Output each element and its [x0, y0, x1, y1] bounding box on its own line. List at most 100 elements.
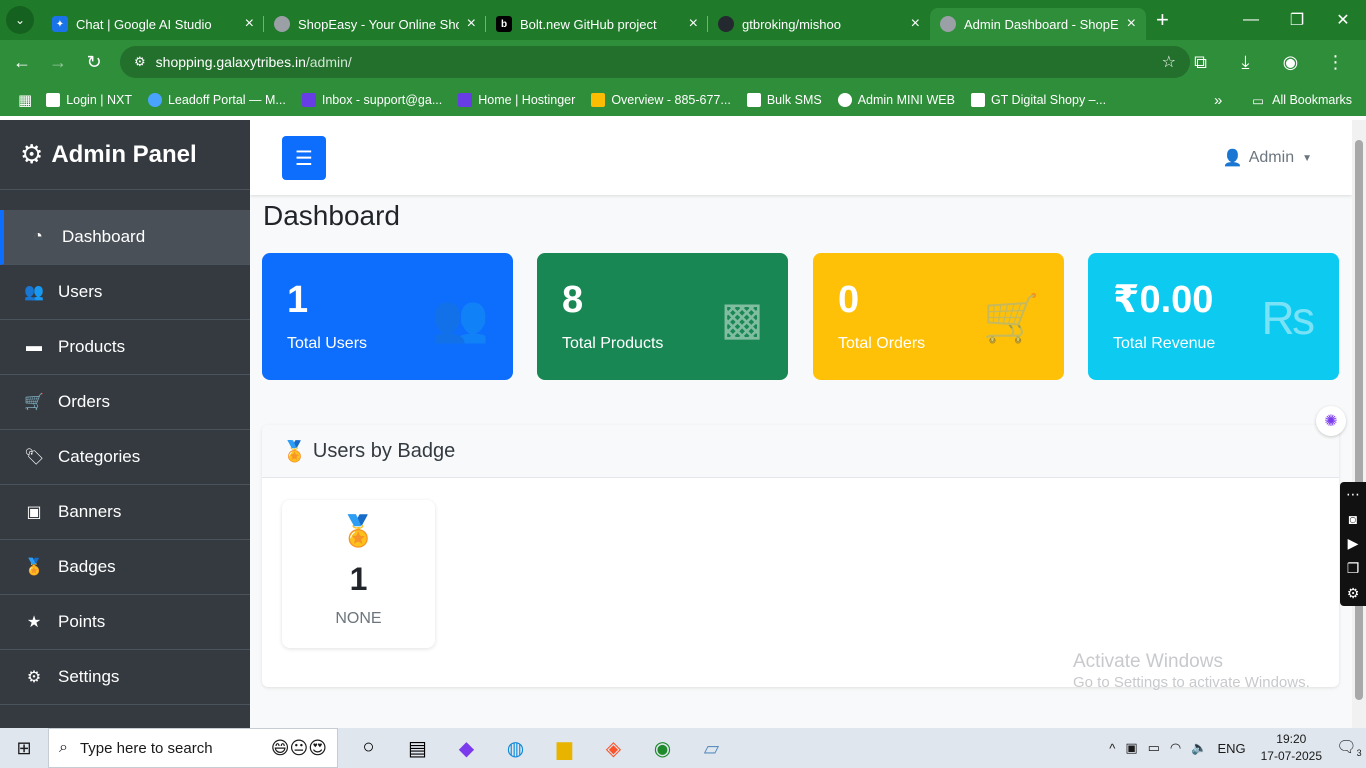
bookmark-star-icon[interactable]: ☆ [1162, 52, 1176, 72]
window-controls: — ❐ ✕ [1228, 0, 1366, 40]
menu-toggle-button[interactable]: ☰ [282, 136, 326, 180]
browser-tab-active[interactable]: Admin Dashboard - ShopEasy × [930, 8, 1146, 40]
address-bar[interactable]: ⚙ shopping.galaxytribes.in/admin/ ☆ [120, 46, 1190, 78]
bookmark-favicon [458, 93, 473, 107]
scrollbar-thumb[interactable] [1355, 140, 1363, 700]
sidebar-item-categories[interactable]: 🏷 Categories [0, 430, 250, 485]
page-scrollbar[interactable] [1352, 120, 1366, 728]
sidebar-item-products[interactable]: ▬ Products [0, 320, 250, 375]
video-icon[interactable]: ▶ [1348, 535, 1359, 552]
browser-tab[interactable]: ShopEasy - Your Online Shop × [264, 8, 486, 40]
download-icon[interactable]: ⤓ [1223, 52, 1268, 73]
task-view-icon[interactable]: ▤ [393, 736, 442, 761]
profile-icon[interactable]: ◉ [1268, 52, 1313, 73]
bookmark-item[interactable]: Overview - 885-677... [591, 93, 731, 107]
more-bookmarks-icon[interactable]: » [1214, 92, 1222, 109]
browser-tab[interactable]: ✦ Chat | Google AI Studio × [42, 8, 264, 40]
bookmark-item[interactable]: Leadoff Portal — M... [147, 93, 286, 107]
taskbar-search[interactable]: ⌕ Type here to search 😄😐😍 [48, 728, 338, 768]
cortana-icon[interactable]: ○ [344, 736, 393, 761]
badge-card: 🏅 1 NONE [282, 500, 435, 648]
sidebar-item-label: Banners [58, 502, 122, 521]
sidebar-item-badges[interactable]: 🏅 Badges [0, 540, 250, 595]
tab-search-button[interactable]: ⌄ [6, 6, 34, 34]
cart-icon: 🛒 [24, 394, 44, 411]
bookmarks-bar: ▦ Login | NXT Leadoff Portal — M... Inbo… [0, 84, 1366, 116]
brave-icon[interactable]: ◈ [589, 736, 638, 761]
sidebar-item-label: Products [58, 337, 126, 356]
chrome-icon[interactable]: ◉ [638, 736, 687, 761]
windows-start-icon[interactable]: ⊞ [0, 738, 48, 759]
bookmark-item[interactable]: Inbox - support@ga... [301, 93, 442, 107]
sidebar-item-label: Categories [58, 447, 141, 466]
copilot-icon[interactable]: ◆ [442, 736, 491, 761]
close-window-icon[interactable]: ✕ [1320, 10, 1366, 30]
link-icon[interactable]: ⋯ [1346, 486, 1360, 503]
sidebar-item-orders[interactable]: 🛒 Orders [0, 375, 250, 430]
bookmark-item[interactable]: Bulk SMS [746, 93, 822, 107]
tab-favicon: ✦ [52, 16, 68, 32]
chevron-up-icon[interactable]: ^ [1109, 741, 1115, 756]
site-settings-icon[interactable]: ⚙ [134, 54, 146, 70]
sidebar-item-points[interactable]: ★ Points [0, 595, 250, 650]
medal-icon: 🏅 [339, 515, 378, 548]
sidebar-brand[interactable]: ⚙ Admin Panel [0, 120, 250, 190]
user-dropdown[interactable]: 👤 Admin ▼ [1223, 148, 1312, 168]
sidebar-item-banners[interactable]: ▣ Banners [0, 485, 250, 540]
battery-icon[interactable]: ▭ [1148, 740, 1160, 756]
restore-icon[interactable]: ❐ [1274, 10, 1320, 30]
panel-title: Users by Badge [312, 439, 456, 462]
tab-favicon: b [496, 16, 512, 32]
sidebar-item-label: Users [58, 282, 103, 301]
camera-icon[interactable]: ◙ [1349, 511, 1357, 527]
main-content: ☰ 👤 Admin ▼ Dashboard 1 Total Users 👥 8 … [250, 120, 1352, 728]
users-by-badge-panel: 🏅 Users by Badge 🏅 1 NONE [262, 425, 1339, 687]
close-tab-icon[interactable]: × [689, 16, 698, 32]
language-indicator[interactable]: ENG [1217, 741, 1245, 756]
sidebar-item-settings[interactable]: ⚙ Settings [0, 650, 250, 705]
search-placeholder: Type here to search [79, 739, 213, 757]
stat-card-revenue: ₹0.00 Total Revenue ₨ [1088, 253, 1339, 380]
image-icon: ▣ [26, 504, 42, 521]
extensions-icon[interactable]: ⧉ [1178, 52, 1223, 73]
bookmark-item[interactable]: Login | NXT [46, 93, 132, 107]
close-tab-icon[interactable]: × [245, 16, 254, 32]
settings-icon[interactable]: ⚙ [1347, 585, 1360, 602]
minimize-icon[interactable]: — [1228, 11, 1274, 29]
capture-toolbar: ⋯ ◙ ▶ ❐ ⚙ [1340, 482, 1366, 606]
emoji-icon: 😄😐😍 [270, 737, 327, 758]
notification-icon[interactable]: 🗨3 [1332, 737, 1366, 758]
reload-icon[interactable]: ↻ [76, 52, 112, 73]
sidebar-item-users[interactable]: 👥 Users [0, 265, 250, 320]
edge-icon[interactable]: ◍ [491, 736, 540, 761]
meet-now-icon[interactable]: ▣ [1125, 740, 1137, 756]
browser-tab[interactable]: b Bolt.new GitHub project × [486, 8, 708, 40]
bookmark-item[interactable]: GT Digital Shopy –... [970, 93, 1106, 107]
wifi-icon[interactable]: ◠ [1170, 740, 1181, 756]
forward-arrow-icon[interactable]: → [40, 52, 76, 73]
caret-down-icon: ▼ [1302, 152, 1312, 164]
notepad-icon[interactable]: ▱ [687, 736, 736, 761]
new-tab-icon[interactable]: + [1156, 7, 1169, 33]
search-icon: ⌕ [59, 739, 68, 756]
panel-header: 🏅 Users by Badge [262, 425, 1339, 478]
all-bookmarks-link[interactable]: All Bookmarks [1272, 93, 1352, 107]
bookmark-favicon [46, 93, 61, 107]
close-tab-icon[interactable]: × [1127, 16, 1136, 32]
window-icon[interactable]: ❐ [1347, 560, 1360, 577]
sidebar-item-dashboard[interactable]: ◔ Dashboard [0, 210, 250, 265]
apps-grid-icon[interactable]: ▦ [18, 91, 32, 109]
bookmark-item[interactable]: Home | Hostinger [458, 93, 575, 107]
back-arrow-icon[interactable]: ← [4, 52, 40, 73]
bookmark-item[interactable]: Admin MINI WEB [837, 93, 955, 107]
clock[interactable]: 19:20 17-07-2025 [1261, 731, 1322, 765]
ai-assistant-icon[interactable]: ✺ [1316, 406, 1346, 436]
close-tab-icon[interactable]: × [467, 16, 476, 32]
browser-menu-icon[interactable]: ⋮ [1313, 52, 1358, 73]
bookmark-favicon [147, 93, 162, 107]
file-explorer-icon[interactable]: ▆ [540, 736, 589, 761]
box-icon: ▩ [720, 292, 764, 344]
volume-icon[interactable]: 🔈 [1191, 740, 1207, 756]
browser-tab[interactable]: gtbroking/mishoo × [708, 8, 930, 40]
close-tab-icon[interactable]: × [911, 16, 920, 32]
